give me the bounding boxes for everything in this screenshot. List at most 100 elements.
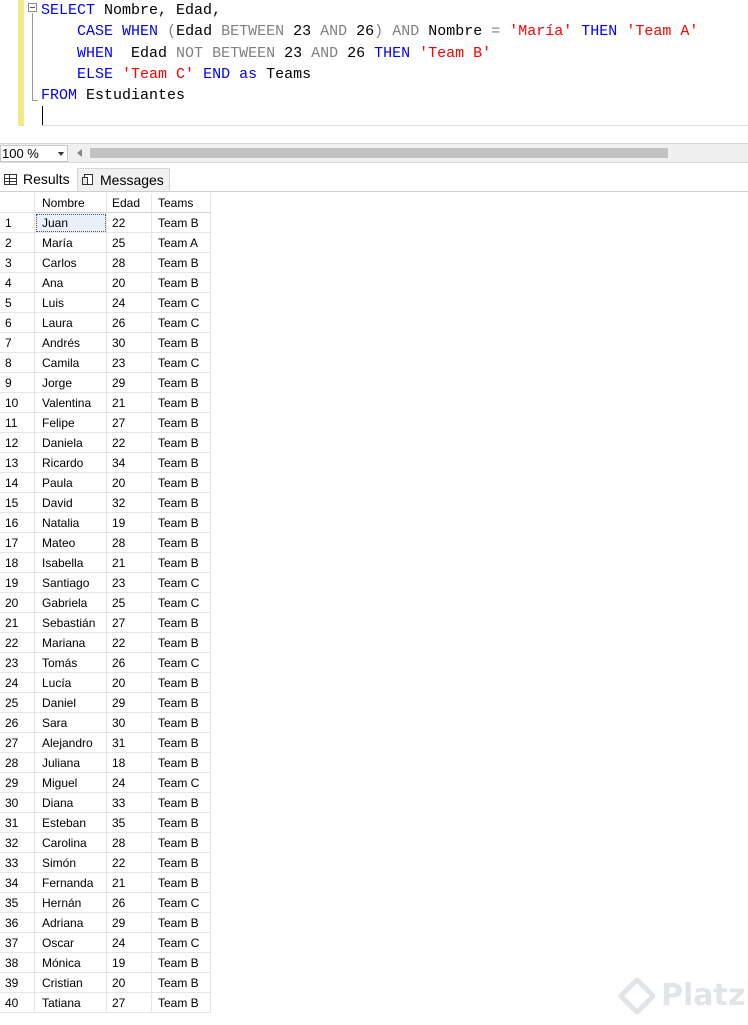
row-number[interactable]: 26 (0, 713, 35, 733)
cell-nombre[interactable]: Miguel (35, 773, 107, 793)
cell-teams[interactable]: Team B (152, 513, 211, 533)
cell-nombre[interactable]: Mateo (35, 533, 107, 553)
row-number[interactable]: 3 (0, 253, 35, 273)
cell-nombre[interactable]: Luis (35, 293, 107, 313)
row-number[interactable]: 25 (0, 693, 35, 713)
cell-nombre[interactable]: Mariana (35, 633, 107, 653)
cell-edad[interactable]: 25 (107, 593, 152, 613)
tab-results[interactable]: Results (0, 168, 76, 191)
row-number[interactable]: 14 (0, 473, 35, 493)
horizontal-scrollbar-thumb[interactable] (90, 148, 668, 158)
cell-nombre[interactable]: Adriana (35, 913, 107, 933)
cell-teams[interactable]: Team B (152, 273, 211, 293)
cell-teams[interactable]: Team B (152, 433, 211, 453)
cell-teams[interactable]: Team C (152, 773, 211, 793)
row-number[interactable]: 7 (0, 333, 35, 353)
row-number[interactable]: 12 (0, 433, 35, 453)
cell-nombre[interactable]: Tomás (35, 653, 107, 673)
cell-nombre[interactable]: Laura (35, 313, 107, 333)
cell-edad[interactable]: 20 (107, 273, 152, 293)
cell-nombre[interactable]: Ricardo (35, 453, 107, 473)
row-number[interactable]: 36 (0, 913, 35, 933)
cell-nombre[interactable]: Carlos (35, 253, 107, 273)
row-number[interactable]: 9 (0, 373, 35, 393)
cell-edad[interactable]: 23 (107, 573, 152, 593)
cell-teams[interactable]: Team B (152, 393, 211, 413)
row-number[interactable]: 24 (0, 673, 35, 693)
cell-nombre[interactable]: Esteban (35, 813, 107, 833)
cell-nombre[interactable]: Alejandro (35, 733, 107, 753)
row-number[interactable]: 6 (0, 313, 35, 333)
collapse-icon[interactable] (28, 3, 37, 12)
row-number[interactable]: 38 (0, 953, 35, 973)
cell-edad[interactable]: 24 (107, 773, 152, 793)
cell-edad[interactable]: 20 (107, 673, 152, 693)
cell-nombre[interactable]: Paula (35, 473, 107, 493)
cell-nombre[interactable]: Carolina (35, 833, 107, 853)
cell-edad[interactable]: 24 (107, 933, 152, 953)
cell-edad[interactable]: 20 (107, 473, 152, 493)
cell-nombre[interactable]: Natalia (35, 513, 107, 533)
row-number[interactable]: 19 (0, 573, 35, 593)
cell-edad[interactable]: 19 (107, 953, 152, 973)
row-number[interactable]: 8 (0, 353, 35, 373)
row-number[interactable]: 39 (0, 973, 35, 993)
cell-edad[interactable]: 22 (107, 633, 152, 653)
cell-edad[interactable]: 22 (107, 213, 152, 233)
cell-teams[interactable]: Team B (152, 693, 211, 713)
cell-nombre[interactable]: Diana (35, 793, 107, 813)
cell-edad[interactable]: 21 (107, 873, 152, 893)
row-number[interactable]: 27 (0, 733, 35, 753)
cell-nombre[interactable]: Santiago (35, 573, 107, 593)
cell-teams[interactable]: Team C (152, 933, 211, 953)
cell-nombre[interactable]: Lucía (35, 673, 107, 693)
cell-edad[interactable]: 29 (107, 373, 152, 393)
row-number[interactable]: 21 (0, 613, 35, 633)
cell-teams[interactable]: Team C (152, 893, 211, 913)
row-number[interactable]: 15 (0, 493, 35, 513)
row-number[interactable]: 16 (0, 513, 35, 533)
cell-edad[interactable]: 22 (107, 853, 152, 873)
cell-teams[interactable]: Team B (152, 733, 211, 753)
row-number[interactable]: 5 (0, 293, 35, 313)
cell-nombre[interactable]: Valentina (35, 393, 107, 413)
row-number[interactable]: 34 (0, 873, 35, 893)
cell-nombre[interactable]: Oscar (35, 933, 107, 953)
cell-edad[interactable]: 28 (107, 833, 152, 853)
cell-nombre[interactable]: Andrés (35, 333, 107, 353)
row-number[interactable]: 4 (0, 273, 35, 293)
cell-nombre[interactable]: Jorge (35, 373, 107, 393)
cell-edad[interactable]: 26 (107, 313, 152, 333)
cell-edad[interactable]: 21 (107, 393, 152, 413)
cell-teams[interactable]: Team B (152, 533, 211, 553)
cell-teams[interactable]: Team B (152, 713, 211, 733)
cell-teams[interactable]: Team B (152, 613, 211, 633)
scroll-left-arrow-icon[interactable] (77, 149, 82, 157)
cell-teams[interactable]: Team B (152, 993, 211, 1013)
row-number[interactable]: 23 (0, 653, 35, 673)
cell-edad[interactable]: 27 (107, 993, 152, 1013)
row-number[interactable]: 32 (0, 833, 35, 853)
cell-teams[interactable]: Team B (152, 213, 211, 233)
cell-teams[interactable]: Team B (152, 453, 211, 473)
cell-nombre[interactable]: Mónica (35, 953, 107, 973)
cell-nombre[interactable]: Juan (35, 213, 107, 233)
cell-nombre[interactable]: Juliana (35, 753, 107, 773)
cell-teams[interactable]: Team B (152, 673, 211, 693)
cell-edad[interactable]: 30 (107, 713, 152, 733)
cell-teams[interactable]: Team B (152, 473, 211, 493)
cell-edad[interactable]: 18 (107, 753, 152, 773)
cell-nombre[interactable]: Simón (35, 853, 107, 873)
cell-edad[interactable]: 26 (107, 653, 152, 673)
row-number[interactable]: 2 (0, 233, 35, 253)
row-number[interactable]: 10 (0, 393, 35, 413)
cell-nombre[interactable]: Tatiana (35, 993, 107, 1013)
cell-teams[interactable]: Team B (152, 973, 211, 993)
row-number[interactable]: 22 (0, 633, 35, 653)
cell-edad[interactable]: 28 (107, 253, 152, 273)
cell-nombre[interactable]: Gabriela (35, 593, 107, 613)
row-number[interactable]: 33 (0, 853, 35, 873)
cell-teams[interactable]: Team C (152, 353, 211, 373)
cell-teams[interactable]: Team C (152, 653, 211, 673)
cell-teams[interactable]: Team B (152, 253, 211, 273)
